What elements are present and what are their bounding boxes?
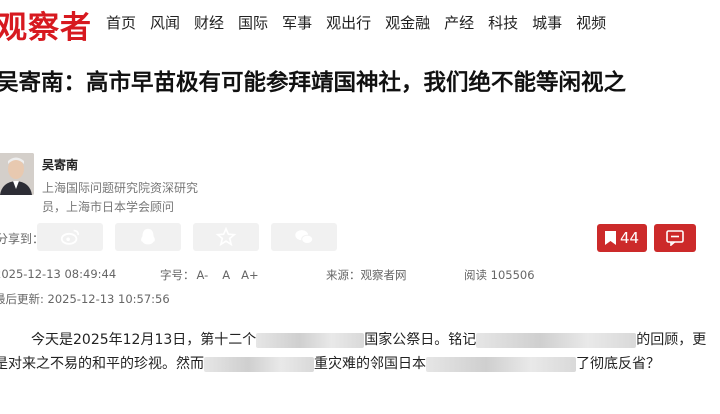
nav-item-travel[interactable]: 观出行 <box>326 12 371 33</box>
blurred-text <box>256 332 365 348</box>
body-text-segment: 重灾难的邻国日本 <box>314 356 426 372</box>
wechat-icon <box>295 230 314 244</box>
font-size-control: 字号： A- A A+ <box>160 267 259 283</box>
favorite-count: 44 <box>619 229 640 247</box>
article-title: 吴寄南：高市早苗极有可能参拜靖国神社，我们绝不能等闲视之 <box>0 70 627 96</box>
site-logo[interactable]: 观察者 <box>0 2 92 47</box>
font-size-label: 字号： <box>160 268 195 282</box>
blurred-text <box>476 332 637 348</box>
qq-icon <box>141 228 155 245</box>
body-text-segment: 国家公祭日。铭记 <box>364 332 477 348</box>
share-qzone-button[interactable] <box>193 223 259 251</box>
body-text-segment: 今天是2025年12月13日，第十二个 <box>31 332 257 348</box>
body-text-segment: 的回 <box>636 332 665 348</box>
nav-item-home[interactable]: 首页 <box>106 12 136 33</box>
share-weibo-button[interactable] <box>37 223 103 251</box>
font-size-normal[interactable]: A <box>222 268 230 282</box>
nav-item-fengwen[interactable]: 风闻 <box>150 12 180 33</box>
article-source: 来源：观察者网 <box>326 268 407 282</box>
favorite-button[interactable]: 44 <box>597 224 647 252</box>
publish-time: 2025-12-13 08:49:44 <box>0 267 117 281</box>
share-qq-button[interactable] <box>115 223 181 251</box>
nav-item-finance[interactable]: 财经 <box>194 12 224 33</box>
nav-item-video[interactable]: 视频 <box>576 12 606 33</box>
blurred-text <box>204 356 314 372</box>
author-avatar[interactable] <box>0 153 34 195</box>
nav-item-fin[interactable]: 观金融 <box>385 12 430 33</box>
author-name[interactable]: 吴寄南 <box>42 156 78 173</box>
body-text-segment: 反省？ <box>618 356 660 372</box>
nav-item-industry[interactable]: 产经 <box>444 12 474 33</box>
article-paragraph: 今天是2025年12月13日，第十二个 国家公祭日。铭记 的回顾，更是对来之不易的和… <box>0 328 720 376</box>
main-nav: 首页 风闻 财经 国际 军事 观出行 观金融 产经 科技 城事 视频 <box>106 12 620 33</box>
nav-item-military[interactable]: 军事 <box>282 12 312 33</box>
font-size-decrease[interactable]: A- <box>197 268 209 282</box>
nav-item-city[interactable]: 城事 <box>532 12 562 33</box>
nav-item-international[interactable]: 国际 <box>238 12 268 33</box>
qzone-star-icon <box>215 226 237 247</box>
author-description: 上海国际问题研究院资深研究员，上海市日本学会顾问 <box>42 181 199 214</box>
comment-icon <box>666 230 684 246</box>
share-wechat-button[interactable] <box>271 223 337 251</box>
read-count: 阅读 105506 <box>464 268 535 282</box>
last-updated: 最后更新: 2025-12-13 10:57:56 <box>0 292 170 306</box>
blurred-text <box>426 356 576 372</box>
bookmark-icon <box>604 231 616 245</box>
body-text-segment: 了彻底 <box>576 356 618 372</box>
font-size-increase[interactable]: A+ <box>241 268 259 282</box>
comment-button[interactable] <box>654 224 696 252</box>
weibo-icon <box>60 229 80 245</box>
nav-item-tech[interactable]: 科技 <box>488 12 518 33</box>
